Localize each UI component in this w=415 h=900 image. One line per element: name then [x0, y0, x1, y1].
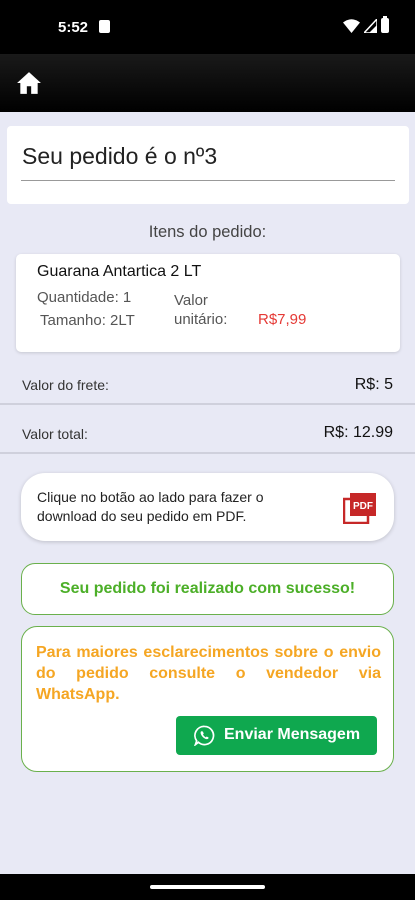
- success-message: Seu pedido foi realizado com sucesso!: [59, 580, 356, 597]
- items-heading: Itens do pedido:: [148, 223, 267, 241]
- order-number-card: Seu pedido é o nº3: [7, 126, 409, 204]
- svg-text:PDF: PDF: [353, 501, 373, 512]
- shipping-label: Valor do frete:: [22, 377, 109, 393]
- gesture-handle[interactable]: [150, 885, 265, 889]
- send-message-button[interactable]: Enviar Mensagem: [176, 716, 377, 755]
- status-bar: 5:52: [0, 0, 415, 54]
- sim-card-icon: [99, 20, 110, 33]
- total-label: Valor total:: [22, 426, 88, 442]
- app-bar: [0, 54, 415, 112]
- divider: [0, 452, 415, 454]
- whatsapp-info-card: Para maiores esclarecimentos sobre o env…: [21, 626, 394, 772]
- whatsapp-icon: [194, 725, 215, 746]
- battery-icon: [381, 16, 389, 33]
- status-icons: [343, 16, 389, 33]
- signal-icon: [364, 18, 377, 33]
- shipping-value: R$: 5: [354, 376, 393, 393]
- total-row: Valor total: R$: 12.99: [0, 408, 415, 454]
- item-unit-price-label: Valor unitário:: [174, 292, 228, 328]
- home-icon[interactable]: [16, 71, 42, 95]
- pdf-download-card: Clique no botão ao lado para fazer o dow…: [21, 473, 394, 541]
- navigation-bar: [0, 874, 415, 900]
- shipping-row: Valor do frete: R$: 5: [0, 360, 415, 406]
- success-message-card: Seu pedido foi realizado com sucesso!: [21, 563, 394, 615]
- order-title: Seu pedido é o nº3: [22, 143, 218, 169]
- item-unit-price: R$7,99: [258, 311, 307, 328]
- order-title-underline: [21, 180, 395, 181]
- pdf-download-text: Clique no botão ao lado para fazer o dow…: [37, 489, 264, 524]
- total-value: R$: 12.99: [323, 424, 393, 441]
- status-time: 5:52: [58, 19, 89, 36]
- item-size: Tamanho: 2LT: [40, 312, 135, 329]
- pdf-download-icon[interactable]: PDF: [343, 492, 377, 524]
- divider: [0, 403, 415, 405]
- send-message-label: Enviar Mensagem: [224, 726, 361, 743]
- item-name: Guarana Antartica 2 LT: [37, 263, 202, 280]
- wifi-icon: [343, 18, 360, 33]
- order-item-card: Guarana Antartica 2 LT Quantidade: 1 Tam…: [16, 254, 400, 352]
- item-quantity: Quantidade: 1: [37, 289, 132, 306]
- whatsapp-info-text: Para maiores esclarecimentos sobre o env…: [36, 644, 381, 703]
